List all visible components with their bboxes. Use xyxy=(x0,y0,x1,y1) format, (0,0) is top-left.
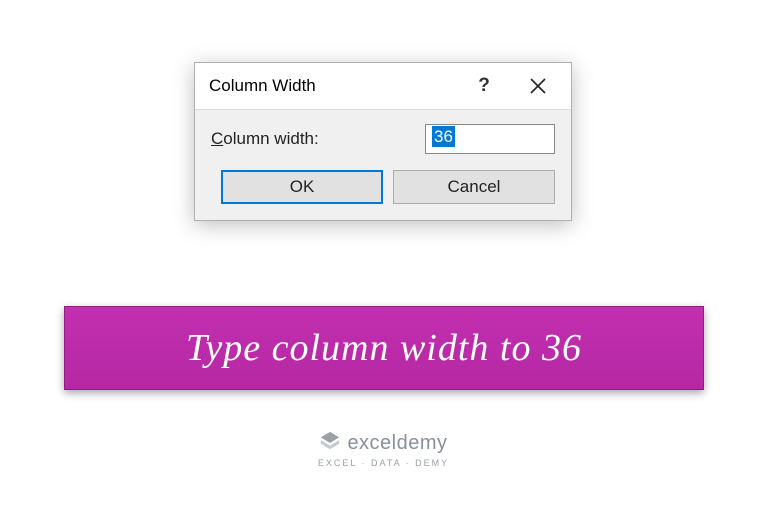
instruction-caption: Type column width to 36 xyxy=(64,306,704,390)
cancel-button[interactable]: Cancel xyxy=(393,170,555,204)
column-width-input[interactable]: 36 xyxy=(425,124,555,154)
dialog-body: Column width: 36 OK Cancel xyxy=(195,109,571,220)
help-button[interactable]: ? xyxy=(457,71,511,101)
dialog-titlebar: Column Width ? xyxy=(195,63,571,109)
caption-text: Type column width to 36 xyxy=(186,326,582,370)
column-width-dialog: Column Width ? Column width: 36 OK Cance… xyxy=(194,62,572,221)
close-icon xyxy=(530,78,546,94)
close-button[interactable] xyxy=(511,71,565,101)
logo-brand-text: exceldemy xyxy=(347,432,447,455)
column-width-label: Column width: xyxy=(211,129,425,149)
ok-button[interactable]: OK xyxy=(221,170,383,204)
dialog-title: Column Width xyxy=(209,76,457,96)
brand-logo: exceldemy EXCEL · DATA · DEMY xyxy=(0,430,767,468)
logo-tagline: EXCEL · DATA · DEMY xyxy=(318,458,449,468)
logo-row: exceldemy xyxy=(319,430,447,457)
logo-icon xyxy=(319,430,341,457)
column-width-field-row: Column width: 36 xyxy=(211,124,555,154)
dialog-button-row: OK Cancel xyxy=(211,170,555,204)
